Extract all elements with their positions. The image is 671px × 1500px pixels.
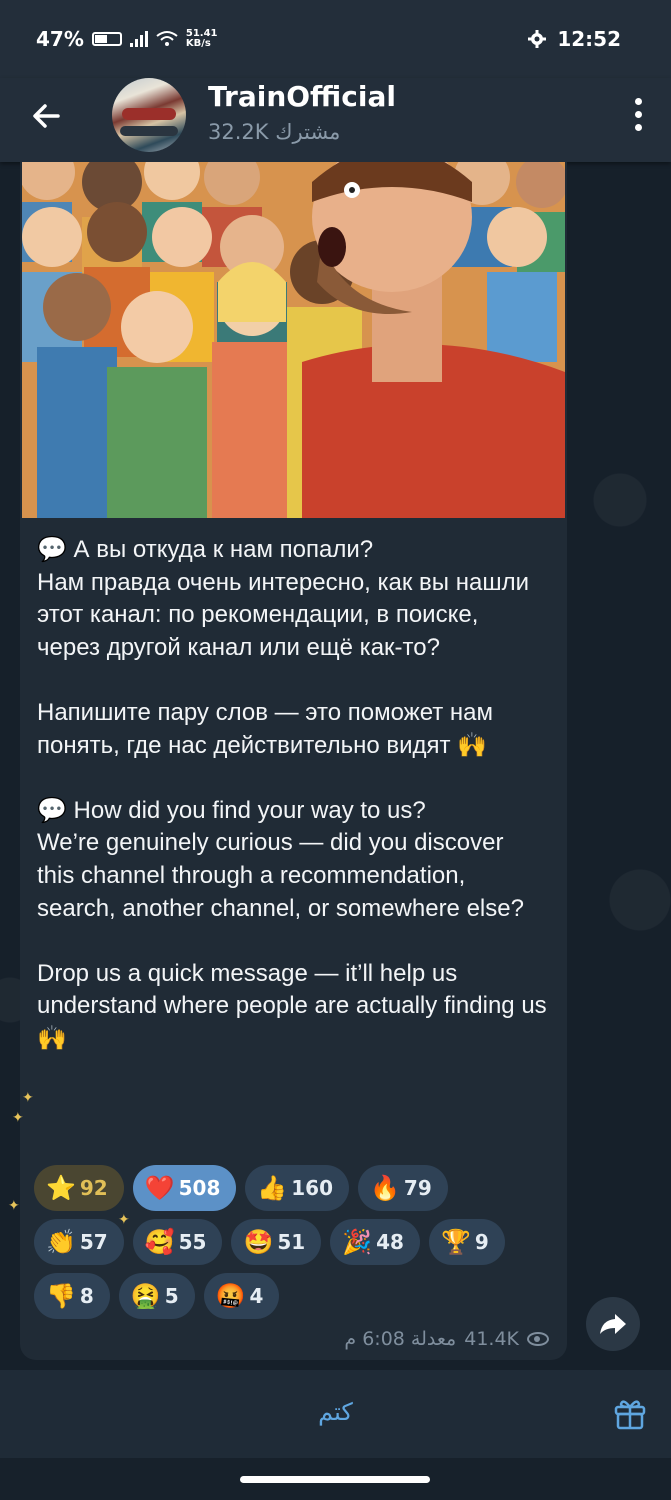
gear-icon <box>528 30 547 48</box>
eye-icon <box>527 1332 549 1346</box>
wifi-icon <box>156 31 178 46</box>
reaction-cursing[interactable]: 🤬 4 <box>203 1273 280 1319</box>
reaction-thumbs-down[interactable]: 👎 8 <box>34 1273 110 1319</box>
message-meta: معدلة 6:08 م 41.4K <box>344 1328 549 1350</box>
reaction-vomit[interactable]: 🤮 5 <box>118 1273 195 1319</box>
net-speed: 51.41 KB/s <box>185 28 218 49</box>
signal-icon <box>129 31 148 47</box>
reactions: ⭐ 92 ❤️ 508 👍 160 🔥 79 👏 57 🥰 55 🤩 51 🎉 48 🏆 9 👎 8… <box>34 1165 554 1327</box>
back-button[interactable] <box>30 100 66 136</box>
reaction-heart[interactable]: ❤️ 508 <box>132 1165 237 1211</box>
reaction-smiling-hearts[interactable]: 🥰 55 <box>132 1219 223 1265</box>
reaction-party[interactable]: 🎉 48 <box>330 1219 420 1265</box>
battery-percent: 47% <box>36 27 84 51</box>
message-text: 💬 А вы откуда к нам попали? Нам правда о… <box>37 536 547 1052</box>
chat-header: TrainOfficial 32.2K مشترك <box>0 78 671 162</box>
view-count: 41.4K <box>464 1328 519 1350</box>
gift-icon <box>614 1400 646 1430</box>
back-arrow-icon <box>33 104 60 128</box>
sparkle-decoration: ✦ <box>22 1090 34 1106</box>
reaction-clap[interactable]: 👏 57 <box>34 1219 124 1265</box>
subscriber-count: 32.2K مشترك <box>208 120 341 144</box>
edited-time: معدلة 6:08 م <box>344 1328 457 1350</box>
channel-title[interactable]: TrainOfficial <box>208 80 396 113</box>
reaction-fire[interactable]: 🔥 79 <box>358 1165 448 1211</box>
post-image[interactable] <box>22 162 565 518</box>
reaction-star[interactable]: ⭐ 92 <box>34 1165 124 1211</box>
reaction-star-struck[interactable]: 🤩 51 <box>231 1219 322 1265</box>
sparkle-decoration: ✦ <box>12 1110 24 1126</box>
reaction-trophy[interactable]: 🏆 9 <box>428 1219 505 1265</box>
home-indicator[interactable] <box>0 1458 671 1500</box>
status-bar: 47% 51.41 KB/s 12:52 <box>0 0 671 78</box>
battery-icon <box>91 32 122 46</box>
share-button[interactable] <box>586 1297 640 1351</box>
clock: 12:52 <box>557 27 621 51</box>
share-icon <box>600 1314 626 1334</box>
channel-avatar[interactable] <box>112 78 186 152</box>
bottom-bar: كتم <box>0 1370 671 1458</box>
more-vert-icon[interactable] <box>633 98 643 131</box>
sparkle-decoration: ✦ <box>118 1212 130 1228</box>
message-bubble[interactable]: 💬 А вы откуда к нам попали? Нам правда о… <box>20 162 567 1360</box>
mute-button[interactable]: كتم <box>0 1398 671 1426</box>
crowd-illustration <box>22 162 565 518</box>
gift-button[interactable] <box>613 1396 647 1434</box>
reaction-thumbs-up[interactable]: 👍 160 <box>245 1165 350 1211</box>
sparkle-decoration: ✦ <box>8 1198 20 1214</box>
